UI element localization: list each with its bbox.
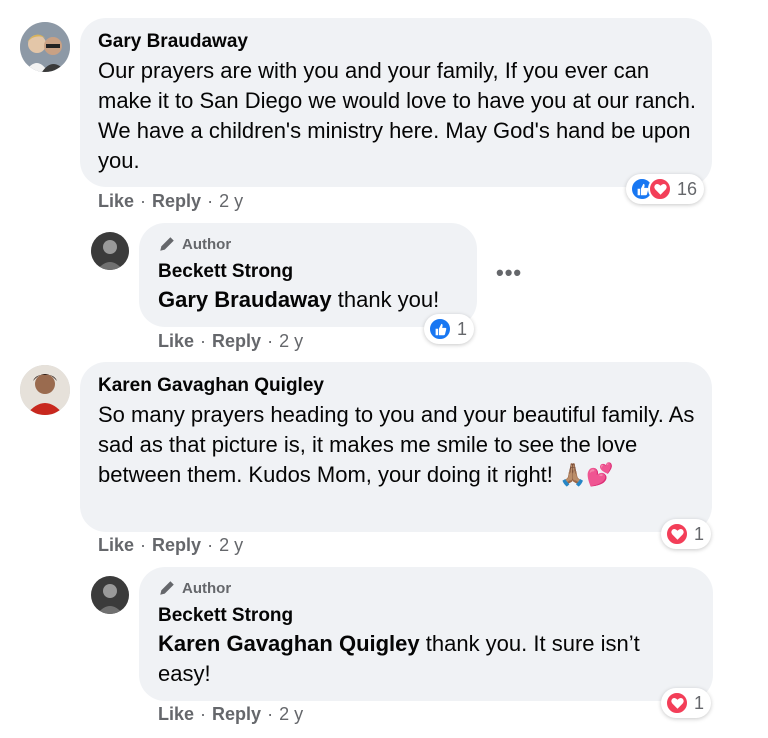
more-options-icon[interactable]: •••	[496, 260, 522, 286]
reaction-summary[interactable]: 1	[661, 688, 712, 718]
commenter-name[interactable]: Gary Braudaway	[98, 31, 248, 53]
reply-link[interactable]: Reply	[152, 191, 201, 211]
author-label: Author	[182, 579, 232, 597]
reaction-summary[interactable]: 1	[661, 519, 712, 549]
author-label: Author	[182, 235, 232, 253]
reply-link[interactable]: Reply	[152, 535, 201, 555]
comment-text: Our prayers are with you and your family…	[98, 58, 697, 173]
like-link[interactable]: Like	[158, 704, 194, 724]
separator: ·	[140, 535, 147, 555]
commenter-name[interactable]: Beckett Strong	[158, 261, 293, 283]
commenter-name[interactable]: Karen Gavaghan Quigley	[98, 375, 324, 397]
separator: ·	[140, 191, 147, 211]
commenter-name[interactable]: Beckett Strong	[158, 605, 293, 627]
avatar[interactable]	[20, 365, 70, 415]
like-link[interactable]: Like	[98, 535, 134, 555]
author-badge: Author	[158, 235, 231, 253]
reply-link[interactable]: Reply	[212, 331, 261, 351]
timestamp[interactable]: 2 y	[279, 331, 303, 351]
reaction-count: 1	[694, 692, 705, 713]
timestamp[interactable]: 2 y	[279, 704, 303, 724]
separator: ·	[267, 331, 274, 351]
love-reaction-icon	[648, 177, 672, 201]
reply-link[interactable]: Reply	[212, 704, 261, 724]
reaction-summary[interactable]: 16	[626, 174, 705, 204]
comment-actions: Like · Reply · 2 y	[158, 704, 303, 725]
like-link[interactable]: Like	[98, 191, 134, 211]
avatar[interactable]	[91, 576, 129, 614]
separator: ·	[200, 704, 207, 724]
separator: ·	[207, 191, 214, 211]
author-badge: Author	[158, 579, 231, 597]
comment-text: Karen Gavaghan Quigley thank you. It sur…	[158, 629, 698, 689]
comment-actions: Like · Reply · 2 y	[158, 331, 303, 352]
comment-body: thank you!	[331, 287, 440, 312]
reaction-count: 1	[694, 523, 705, 544]
mention-link[interactable]: Karen Gavaghan Quigley	[158, 631, 420, 656]
love-reaction-icon	[665, 691, 689, 715]
avatar[interactable]	[20, 22, 70, 72]
comment-text: Gary Braudaway thank you!	[158, 285, 473, 315]
reaction-count: 1	[457, 318, 468, 339]
comment-actions: Like · Reply · 2 y	[98, 191, 243, 212]
separator: ·	[207, 535, 214, 555]
reaction-summary[interactable]: 1	[424, 314, 475, 344]
pencil-icon	[160, 237, 174, 251]
pencil-icon	[160, 581, 174, 595]
mention-link[interactable]: Gary Braudaway	[158, 287, 332, 312]
comment-actions: Like · Reply · 2 y	[98, 535, 243, 556]
separator: ·	[200, 331, 207, 351]
avatar[interactable]	[91, 232, 129, 270]
like-reaction-icon	[428, 317, 452, 341]
timestamp[interactable]: 2 y	[219, 535, 243, 555]
like-link[interactable]: Like	[158, 331, 194, 351]
comment-text: So many prayers heading to you and your …	[98, 402, 695, 487]
reaction-count: 16	[677, 178, 698, 199]
love-reaction-icon	[665, 522, 689, 546]
separator: ·	[267, 704, 274, 724]
timestamp[interactable]: 2 y	[219, 191, 243, 211]
